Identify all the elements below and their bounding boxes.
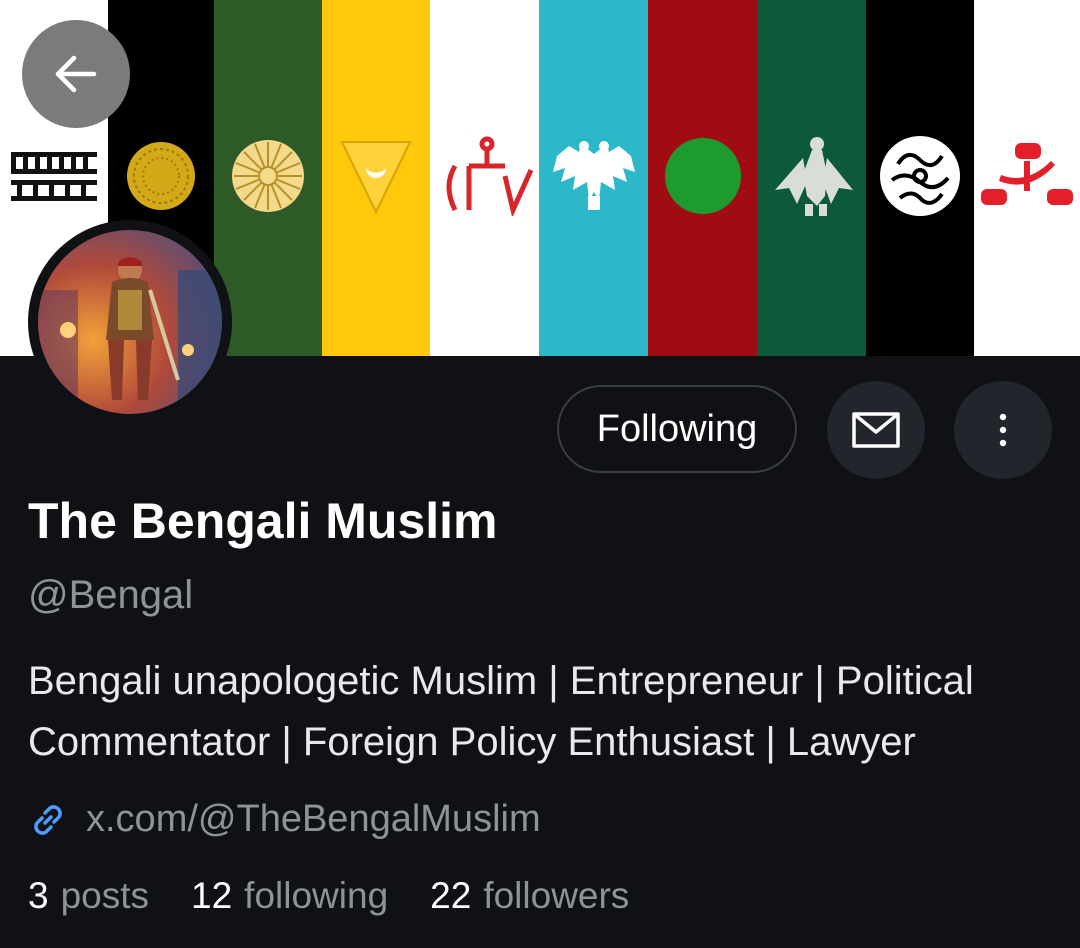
eagle-emblem bbox=[774, 137, 853, 216]
three-crescents-emblem bbox=[664, 138, 741, 214]
stat-label: followers bbox=[483, 875, 630, 916]
tamga-emblem bbox=[446, 136, 533, 216]
envelope-icon bbox=[852, 412, 900, 448]
profile-stats: 3 posts 12 following 22 followers bbox=[28, 875, 671, 917]
banner-stripe bbox=[322, 0, 430, 356]
kufic-calligraphy-emblem bbox=[11, 152, 97, 201]
banner-stripe bbox=[757, 0, 866, 356]
profile-bio: Bengali unapologetic Muslim | Entreprene… bbox=[28, 659, 974, 764]
stat-label: following bbox=[244, 875, 389, 916]
crescent-shield-emblem bbox=[340, 141, 412, 214]
banner-stripe bbox=[430, 0, 539, 356]
following-button[interactable]: Following bbox=[557, 385, 797, 473]
stat-label: posts bbox=[60, 875, 150, 916]
banner-stripe bbox=[648, 0, 757, 356]
profile-handle: @Bengal bbox=[28, 573, 194, 617]
stat-following[interactable]: 12 following bbox=[191, 875, 388, 917]
banner-stripe bbox=[866, 0, 974, 356]
calligraphy-seal-emblem bbox=[880, 136, 960, 216]
double-headed-eagle-emblem bbox=[552, 141, 635, 210]
stat-posts[interactable]: 3 posts bbox=[28, 875, 149, 917]
stat-followers[interactable]: 22 followers bbox=[430, 875, 629, 917]
avatar[interactable] bbox=[28, 220, 232, 424]
back-button[interactable] bbox=[22, 20, 130, 128]
stat-value: 12 bbox=[191, 875, 233, 916]
profile-link-text[interactable]: x.com/@TheBengalMuslim bbox=[86, 798, 541, 841]
chrysanthemum-emblem bbox=[232, 140, 304, 212]
message-button[interactable] bbox=[827, 381, 925, 479]
profile-link[interactable]: x.com/@TheBengalMuslim bbox=[28, 798, 541, 841]
gold-coin-emblem bbox=[127, 142, 195, 210]
avatar-image bbox=[38, 230, 222, 414]
red-tamga-emblem bbox=[981, 143, 1073, 205]
banner-stripe bbox=[539, 0, 648, 356]
more-options-button[interactable] bbox=[954, 381, 1052, 479]
banner-stripe bbox=[974, 0, 1080, 356]
arrow-left-icon bbox=[55, 55, 97, 93]
stat-value: 22 bbox=[430, 875, 472, 916]
more-vertical-icon bbox=[999, 413, 1007, 447]
stat-value: 3 bbox=[28, 875, 49, 916]
link-icon bbox=[34, 804, 62, 835]
profile-name: The Bengali Muslim bbox=[28, 493, 498, 549]
